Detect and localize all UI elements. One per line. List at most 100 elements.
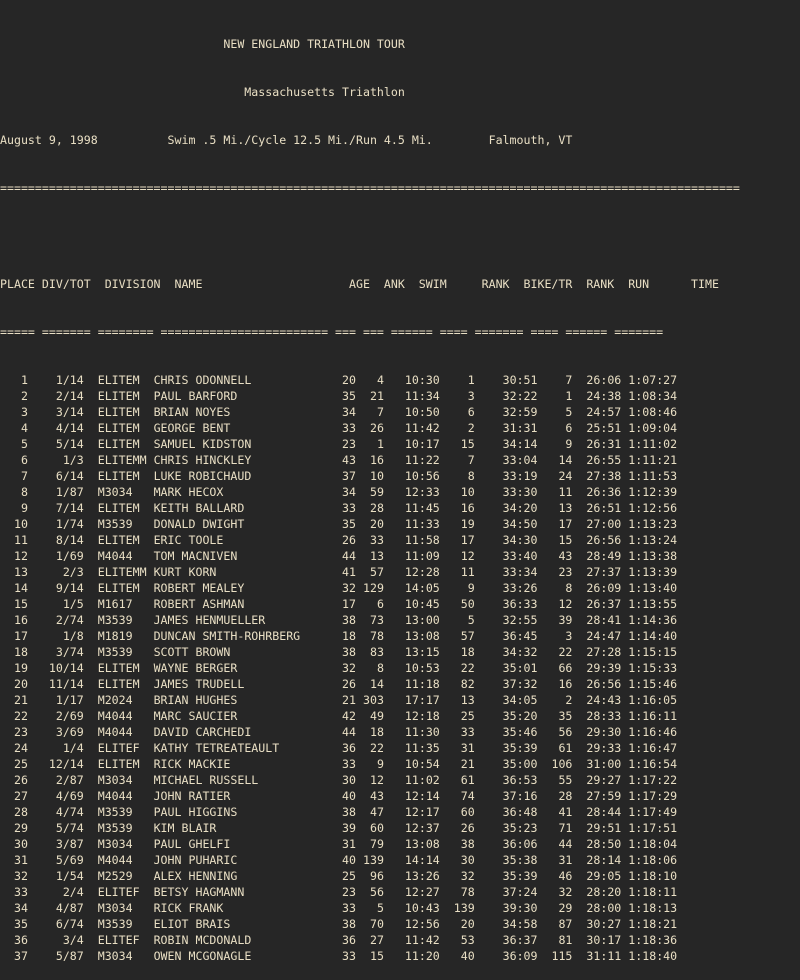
swim-cell: 10:53 <box>383 661 440 675</box>
table-row: 35 6/74 M3539 ELIOT BRAIS 38 70 12:56 20… <box>0 916 800 932</box>
age-rank-cell: 8 <box>356 661 384 675</box>
div-tot-cell: 1/69 <box>27 549 84 563</box>
swim-cell: 11:18 <box>383 677 440 691</box>
run-cell: 29:33 <box>572 741 622 755</box>
place-cell: 19 <box>0 661 28 675</box>
age-rank-cell: 20 <box>356 517 384 531</box>
table-row: 33 2/4 ELITEF BETSY HAGMANN 23 56 12:27 … <box>0 884 800 900</box>
swim-cell: 10:17 <box>383 437 440 451</box>
swim-cell: 14:05 <box>383 581 440 595</box>
run-cell: 26:36 <box>572 485 622 499</box>
division-cell: M3539 <box>83 517 154 531</box>
table-row: 12 1/69 M4044 TOM MACNIVEN 44 13 11:09 1… <box>0 548 800 564</box>
run-cell: 25:51 <box>572 421 622 435</box>
bike-cell: 35:23 <box>474 821 538 835</box>
bike-cell: 34:50 <box>474 517 538 531</box>
time-cell: 1:16:05 <box>621 693 678 707</box>
swim-rank-cell: 13 <box>439 693 475 707</box>
age-rank-cell: 5 <box>356 901 384 915</box>
division-cell: ELITEM <box>83 469 154 483</box>
event-title: Massachusetts Triathlon <box>0 85 405 99</box>
age-rank-cell: 27 <box>356 933 384 947</box>
table-row: 19 10/14 ELITEM WAYNE BERGER 32 8 10:53 … <box>0 660 800 676</box>
bike-rank-cell: 56 <box>537 725 573 739</box>
time-cell: 1:16:47 <box>621 741 678 755</box>
swim-rank-cell: 26 <box>439 821 475 835</box>
bike-cell: 35:20 <box>474 709 538 723</box>
table-row: 29 5/74 M3539 KIM BLAIR 39 60 12:37 26 3… <box>0 820 800 836</box>
run-cell: 26:31 <box>572 437 622 451</box>
age-rank-cell: 303 <box>356 693 384 707</box>
place-cell: 30 <box>0 837 28 851</box>
swim-cell: 11:20 <box>383 949 440 963</box>
bike-cell: 36:06 <box>474 837 538 851</box>
place-cell: 14 <box>0 581 28 595</box>
swim-cell: 10:56 <box>383 469 440 483</box>
time-cell: 1:16:11 <box>621 709 678 723</box>
time-cell: 1:14:40 <box>621 629 678 643</box>
swim-rank-cell: 32 <box>439 869 475 883</box>
place-cell: 25 <box>0 757 28 771</box>
name-cell: PAUL GHELFI <box>153 837 322 851</box>
name-cell: BRIAN HUGHES <box>153 693 322 707</box>
run-cell: 29:39 <box>572 661 622 675</box>
place-cell: 28 <box>0 805 28 819</box>
div-tot-cell: 1/74 <box>27 517 84 531</box>
division-cell: M1819 <box>83 629 154 643</box>
swim-rank-cell: 7 <box>439 453 475 467</box>
time-cell: 1:17:49 <box>621 805 678 819</box>
bike-cell: 33:30 <box>474 485 538 499</box>
place-cell: 12 <box>0 549 28 563</box>
table-row: 13 2/3 ELITEMM KURT KORN 41 57 12:28 11 … <box>0 564 800 580</box>
run-cell: 28:33 <box>572 709 622 723</box>
division-cell: ELITEMM <box>83 565 154 579</box>
table-row: 34 4/87 M3034 RICK FRANK 33 5 10:43 139 … <box>0 900 800 916</box>
division-cell: ELITEF <box>83 741 154 755</box>
name-cell: BRIAN NOYES <box>153 405 322 419</box>
division-cell: M3034 <box>83 901 154 915</box>
div-tot-cell: 2/87 <box>27 773 84 787</box>
age-cell: 26 <box>321 677 357 691</box>
div-tot-cell: 1/4 <box>27 741 84 755</box>
time-cell: 1:17:22 <box>621 773 678 787</box>
table-row: 31 5/69 M4044 JOHN PUHARIC 40 139 14:14 … <box>0 852 800 868</box>
division-cell: M3034 <box>83 949 154 963</box>
swim-cell: 10:30 <box>383 373 440 387</box>
column-headers: PLACE DIV/TOT DIVISION NAME AGE ANK SWIM… <box>0 277 719 291</box>
table-row: 9 7/14 ELITEM KEITH BALLARD 33 28 11:45 … <box>0 500 800 516</box>
swim-cell: 12:27 <box>383 885 440 899</box>
division-cell: ELITEM <box>83 581 154 595</box>
column-underline: ===== ======= ======== =================… <box>0 325 664 339</box>
place-cell: 20 <box>0 677 28 691</box>
bike-rank-cell: 12 <box>537 597 573 611</box>
division-cell: M3539 <box>83 821 154 835</box>
time-cell: 1:07:27 <box>621 373 678 387</box>
swim-rank-cell: 25 <box>439 709 475 723</box>
name-cell: KATHY TETREATEAULT <box>153 741 322 755</box>
div-tot-cell: 1/8 <box>27 629 84 643</box>
name-cell: OWEN MCGONAGLE <box>153 949 322 963</box>
bike-rank-cell: 31 <box>537 853 573 867</box>
name-cell: ROBERT MEALEY <box>153 581 322 595</box>
bike-rank-cell: 55 <box>537 773 573 787</box>
name-cell: SCOTT BROWN <box>153 645 322 659</box>
swim-rank-cell: 15 <box>439 437 475 451</box>
name-cell: PAUL HIGGINS <box>153 805 322 819</box>
div-tot-cell: 6/74 <box>27 917 84 931</box>
bike-rank-cell: 44 <box>537 837 573 851</box>
div-tot-cell: 1/3 <box>27 453 84 467</box>
bike-cell: 35:00 <box>474 757 538 771</box>
time-cell: 1:18:06 <box>621 853 678 867</box>
run-cell: 27:00 <box>572 517 622 531</box>
age-rank-cell: 70 <box>356 917 384 931</box>
swim-cell: 12:56 <box>383 917 440 931</box>
age-rank-cell: 9 <box>356 757 384 771</box>
swim-rank-cell: 38 <box>439 837 475 851</box>
div-tot-cell: 3/4 <box>27 933 84 947</box>
place-cell: 35 <box>0 917 28 931</box>
age-rank-cell: 79 <box>356 837 384 851</box>
bike-rank-cell: 24 <box>537 469 573 483</box>
age-rank-cell: 73 <box>356 613 384 627</box>
division-cell: M4044 <box>83 725 154 739</box>
run-cell: 26:56 <box>572 677 622 691</box>
